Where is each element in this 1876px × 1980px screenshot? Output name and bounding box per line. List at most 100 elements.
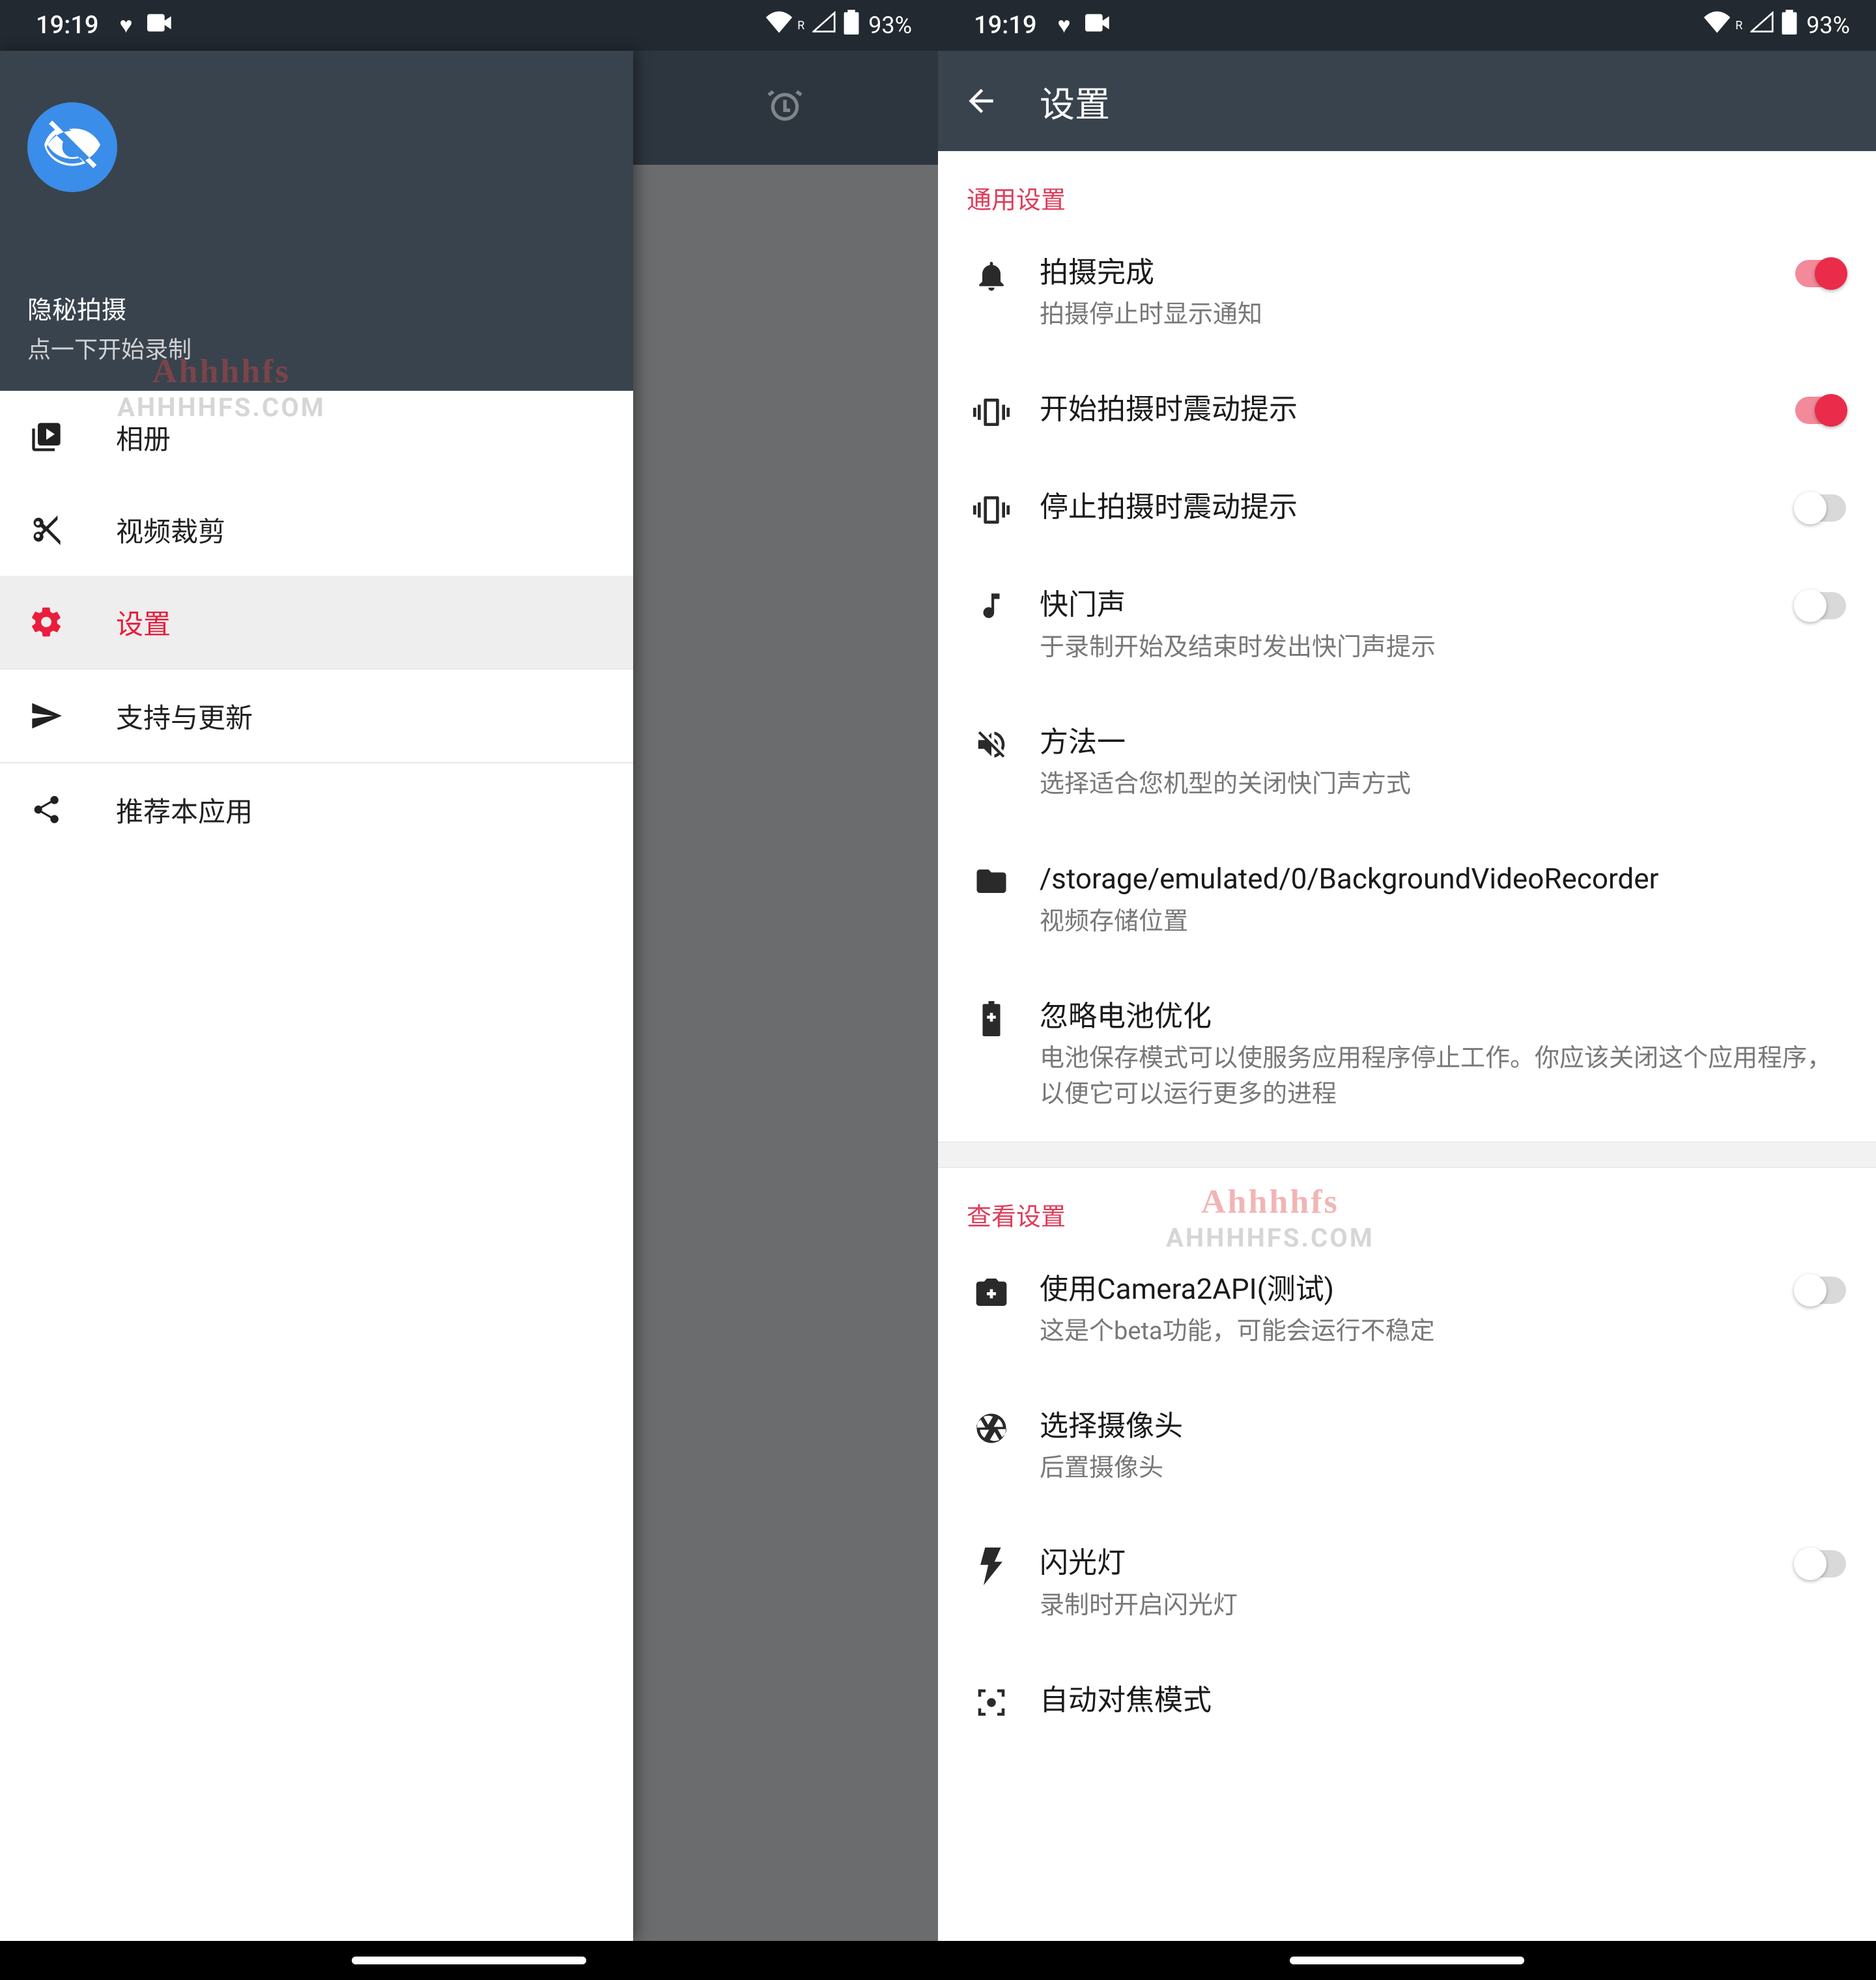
nav-pill bbox=[1290, 1957, 1524, 1964]
drawer-item-settings[interactable]: 设置 bbox=[0, 576, 633, 668]
setting-title: 开始拍摄时震动提示 bbox=[1040, 390, 1769, 429]
toggle-switch[interactable] bbox=[1795, 592, 1846, 619]
setting-row-vibrate-stop[interactable]: 停止拍摄时震动提示 bbox=[938, 459, 1876, 557]
status-bar: 19:19 ♥ R 93% bbox=[938, 0, 1876, 51]
setting-title: 忽略电池优化 bbox=[1040, 997, 1840, 1036]
signal-icon bbox=[1750, 11, 1774, 40]
phone-right: 19:19 ♥ R 93% 设置 通用设置 拍摄完成 拍摄停止时显示通知 bbox=[938, 0, 1876, 1980]
setting-subtitle: 选择适合您机型的关闭快门声方式 bbox=[1040, 767, 1840, 802]
toggle-switch[interactable] bbox=[1795, 1277, 1846, 1304]
drawer-item-label: 视频裁剪 bbox=[116, 510, 225, 550]
setting-row-choose-camera[interactable]: 选择摄像头 后置摄像头 bbox=[938, 1378, 1876, 1515]
signal-icon bbox=[812, 11, 836, 40]
setting-row-storage[interactable]: /storage/emulated/0/BackgroundVideoRecor… bbox=[938, 831, 1876, 968]
setting-row-flash[interactable]: 闪光灯 录制时开启闪光灯 bbox=[938, 1515, 1876, 1652]
wifi-icon bbox=[1703, 11, 1731, 40]
setting-row-done-notify[interactable]: 拍摄完成 拍摄停止时显示通知 bbox=[938, 225, 1876, 361]
flash-icon bbox=[956, 1544, 1027, 1585]
video-library-icon bbox=[27, 420, 65, 454]
heart-icon: ♥ bbox=[1057, 12, 1070, 38]
status-time: 19:19 bbox=[974, 11, 1036, 40]
drawer-subtitle: 点一下开始录制 bbox=[27, 331, 606, 365]
vibrate-icon bbox=[956, 488, 1027, 528]
nav-pill bbox=[352, 1957, 586, 1964]
send-icon bbox=[27, 699, 65, 733]
drawer-items: 相册 视频裁剪 设置 支持与更新 推荐本应用 bbox=[0, 391, 633, 856]
setting-title: 快门声 bbox=[1040, 586, 1769, 624]
drawer-item-share[interactable]: 推荐本应用 bbox=[0, 763, 633, 856]
toggle-switch[interactable] bbox=[1795, 494, 1846, 522]
phone-left: 19:19 ♥ R 93% 隐秘拍摄 点 bbox=[0, 0, 938, 1980]
music-note-icon bbox=[956, 586, 1027, 622]
setting-title: 方法一 bbox=[1040, 723, 1840, 761]
center-focus-icon bbox=[956, 1681, 1027, 1720]
section-divider bbox=[938, 1142, 1876, 1168]
drawer-item-trim[interactable]: 视频裁剪 bbox=[0, 483, 633, 576]
drawer-item-support[interactable]: 支持与更新 bbox=[0, 670, 633, 762]
settings-body[interactable]: 通用设置 拍摄完成 拍摄停止时显示通知 开始拍摄时震动提示 停止拍摄时震动提示 bbox=[938, 151, 1876, 1941]
drawer-item-label: 推荐本应用 bbox=[116, 790, 253, 830]
network-r-label: R bbox=[1735, 19, 1742, 33]
volume-off-icon bbox=[956, 723, 1027, 762]
bell-icon bbox=[956, 253, 1027, 294]
setting-title: 自动对焦模式 bbox=[1040, 1681, 1840, 1719]
app-logo-icon bbox=[27, 102, 117, 192]
section-header-view: 查看设置 bbox=[938, 1168, 1876, 1241]
gear-icon bbox=[27, 604, 65, 640]
videocam-icon bbox=[147, 14, 173, 37]
folder-icon bbox=[956, 860, 1027, 899]
setting-title: 闪光灯 bbox=[1040, 1544, 1769, 1582]
vibrate-icon bbox=[956, 390, 1027, 431]
toggle-switch[interactable] bbox=[1795, 260, 1846, 287]
setting-title: 选择摄像头 bbox=[1040, 1407, 1840, 1445]
drawer-item-gallery[interactable]: 相册 bbox=[0, 391, 633, 483]
aperture-icon bbox=[956, 1407, 1027, 1446]
drawer-item-label: 支持与更新 bbox=[116, 696, 253, 736]
setting-title: 使用Camera2API(测试) bbox=[1040, 1270, 1769, 1308]
setting-subtitle: 视频存储位置 bbox=[1040, 904, 1840, 940]
section-header-general: 通用设置 bbox=[938, 151, 1876, 225]
setting-row-vibrate-start[interactable]: 开始拍摄时震动提示 bbox=[938, 361, 1876, 459]
nav-bar[interactable] bbox=[0, 1941, 938, 1980]
setting-title: 停止拍摄时震动提示 bbox=[1040, 488, 1769, 526]
videocam-icon bbox=[1085, 14, 1111, 37]
back-button[interactable] bbox=[963, 83, 999, 119]
scissors-icon bbox=[27, 513, 65, 546]
setting-row-shutter[interactable]: 快门声 于录制开始及结束时发出快门声提示 bbox=[938, 557, 1876, 694]
setting-subtitle: 电池保存模式可以使服务应用程序停止工作。你应该关闭这个应用程序，以便它可以运行更… bbox=[1040, 1041, 1840, 1112]
setting-subtitle: 录制时开启闪光灯 bbox=[1040, 1588, 1769, 1624]
battery-plus-icon bbox=[956, 997, 1027, 1036]
app-bar: 设置 bbox=[938, 51, 1876, 151]
battery-icon bbox=[844, 10, 859, 41]
page-title: 设置 bbox=[1040, 76, 1110, 127]
toggle-switch[interactable] bbox=[1795, 1550, 1846, 1577]
setting-title: /storage/emulated/0/BackgroundVideoRecor… bbox=[1040, 860, 1840, 898]
heart-icon: ♥ bbox=[119, 12, 132, 38]
setting-title: 拍摄完成 bbox=[1040, 253, 1769, 292]
share-icon bbox=[27, 793, 65, 826]
battery-pct: 93% bbox=[1806, 12, 1850, 39]
setting-row-camera2api[interactable]: 使用Camera2API(测试) 这是个beta功能，可能会运行不稳定 bbox=[938, 1241, 1876, 1378]
status-time: 19:19 bbox=[36, 11, 98, 40]
network-r-label: R bbox=[797, 19, 804, 33]
setting-row-autofocus[interactable]: 自动对焦模式 bbox=[938, 1652, 1876, 1750]
nav-bar[interactable] bbox=[938, 1941, 1876, 1980]
camera-plus-icon bbox=[956, 1270, 1027, 1310]
battery-pct: 93% bbox=[868, 12, 912, 39]
drawer-area: 隐秘拍摄 点一下开始录制 相册 视频裁剪 设置 bbox=[0, 51, 938, 1941]
status-bar: 19:19 ♥ R 93% bbox=[0, 0, 938, 51]
setting-row-method[interactable]: 方法一 选择适合您机型的关闭快门声方式 bbox=[938, 694, 1876, 831]
setting-subtitle: 后置摄像头 bbox=[1040, 1450, 1840, 1486]
setting-subtitle: 拍摄停止时显示通知 bbox=[1040, 297, 1769, 333]
setting-row-battery[interactable]: 忽略电池优化 电池保存模式可以使服务应用程序停止工作。你应该关闭这个应用程序，以… bbox=[938, 969, 1876, 1142]
drawer-title: 隐秘拍摄 bbox=[27, 290, 606, 326]
drawer-item-label: 相册 bbox=[116, 417, 171, 457]
drawer-header: 隐秘拍摄 点一下开始录制 bbox=[0, 51, 633, 391]
toggle-switch[interactable] bbox=[1795, 397, 1846, 424]
drawer-item-label: 设置 bbox=[116, 602, 171, 642]
alarm-icon[interactable] bbox=[764, 86, 806, 130]
setting-subtitle: 这是个beta功能，可能会运行不稳定 bbox=[1040, 1314, 1769, 1350]
wifi-icon bbox=[765, 11, 793, 40]
battery-icon bbox=[1782, 10, 1797, 41]
navigation-drawer: 隐秘拍摄 点一下开始录制 相册 视频裁剪 设置 bbox=[0, 51, 633, 1941]
